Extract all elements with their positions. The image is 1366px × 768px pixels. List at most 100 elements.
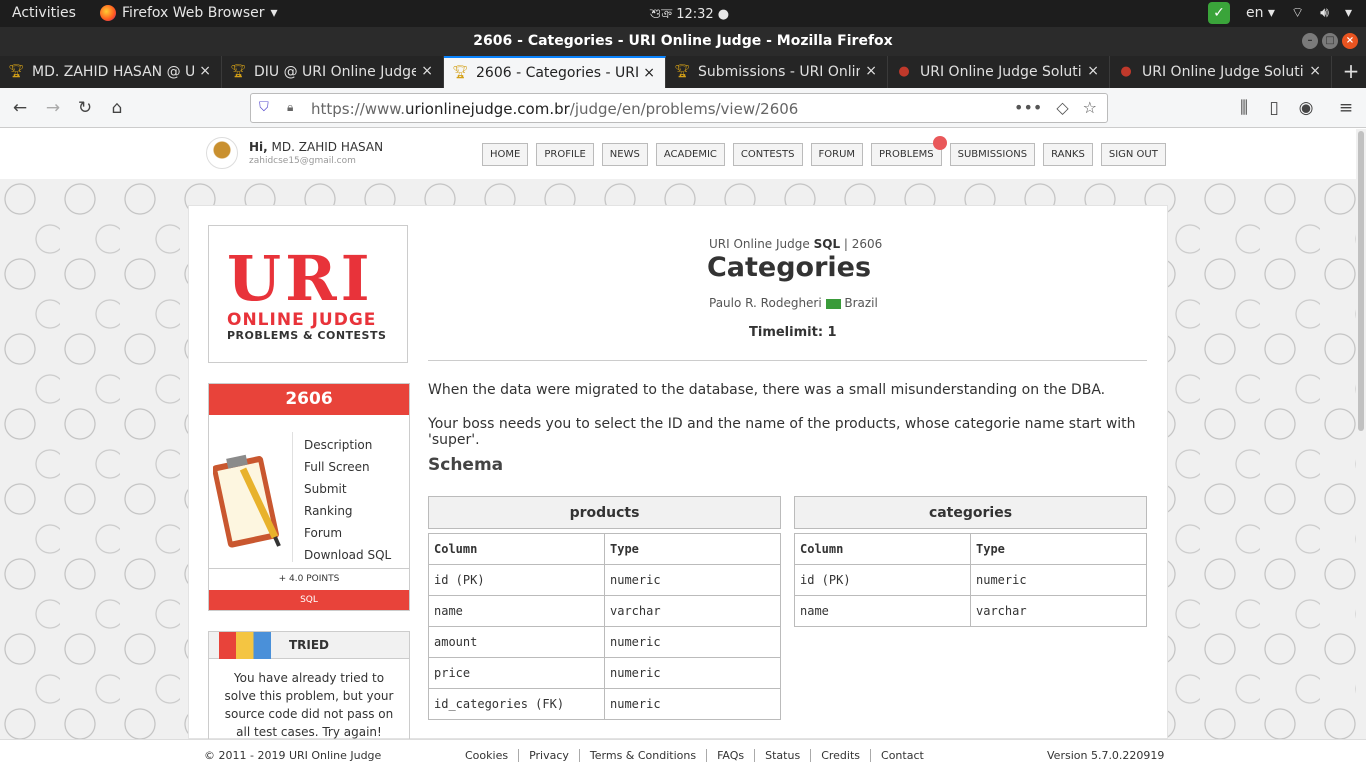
bookmark-star-icon[interactable]: ☆: [1083, 98, 1097, 117]
menu-forum[interactable]: FORUM: [810, 143, 864, 166]
menu-home[interactable]: HOME: [482, 143, 529, 166]
menu-news[interactable]: NEWS: [601, 143, 648, 166]
hamburger-menu-icon[interactable]: ≡: [1334, 96, 1358, 120]
minimize-icon[interactable]: –: [1302, 33, 1318, 49]
logo-text: URI: [227, 242, 374, 315]
tab-6[interactable]: ● URI Online Judge Solution ×: [1110, 56, 1332, 88]
close-tab-icon[interactable]: ×: [199, 63, 211, 79]
forward-icon[interactable]: →: [41, 96, 65, 120]
update-icon[interactable]: ✓: [1207, 2, 1230, 24]
tab-1[interactable]: 🏆︎ MD. ZAHID HASAN @ URI ×: [0, 56, 222, 88]
url-text[interactable]: https://www.urionlinejudge.com.br/judge/…: [311, 100, 798, 118]
volume-icon[interactable]: 🔊︎: [1320, 5, 1329, 21]
sidebar-icon[interactable]: ▯: [1262, 96, 1286, 120]
category-badge[interactable]: SQL: [209, 590, 409, 610]
tracking-shield-icon[interactable]: ⛉: [259, 100, 273, 116]
new-tab-icon[interactable]: +: [1336, 56, 1366, 88]
close-icon[interactable]: ×: [1342, 33, 1358, 49]
menu-profile[interactable]: PROFILE: [536, 143, 594, 166]
close-tab-icon[interactable]: ×: [421, 63, 433, 79]
problem-link-submit[interactable]: Submit: [304, 478, 391, 500]
problem-link-full-screen[interactable]: Full Screen: [304, 456, 391, 478]
problem-link-ranking[interactable]: Ranking: [304, 500, 391, 522]
scrollbar-thumb[interactable]: [1358, 131, 1364, 431]
close-tab-icon[interactable]: ×: [643, 65, 655, 81]
crumb-site[interactable]: URI Online Judge: [709, 237, 810, 251]
table-row: id_categories (FK) numeric: [428, 688, 781, 720]
table-row: price numeric: [428, 657, 781, 689]
site-header: Hi, MD. ZAHID HASAN zahidcse15@gmail.com…: [0, 129, 1356, 179]
window-title: 2606 - Categories - URI Online Judge - M…: [473, 33, 893, 49]
tab-label: DIU @ URI Online Judge: [254, 64, 416, 80]
account-icon[interactable]: ◉: [1294, 96, 1318, 120]
problem-link-forum[interactable]: Forum: [304, 522, 391, 544]
brazil-flag-icon: [825, 298, 841, 309]
user-greeting: Hi, MD. ZAHID HASAN: [249, 140, 383, 154]
user-name[interactable]: MD. ZAHID HASAN: [272, 140, 384, 154]
close-tab-icon[interactable]: ×: [1087, 63, 1099, 79]
table-header-row: Column Type: [428, 533, 781, 565]
chevron-down-icon: ▾: [270, 5, 278, 21]
problem-box: 2606 Description Full Screen Submit Ranking…: [208, 383, 410, 611]
table-row: id (PK) numeric: [794, 564, 1147, 596]
problem-link-download-sql[interactable]: Download SQL: [304, 544, 391, 566]
footer-link-cookies[interactable]: Cookies: [465, 749, 518, 762]
system-tray[interactable]: ✓ en ▾ ⌔ 🔊︎ ▾: [1207, 2, 1352, 24]
back-icon[interactable]: ←: [8, 96, 32, 120]
footer-link-faqs[interactable]: FAQs: [706, 749, 754, 762]
menu-problems[interactable]: PROBLEMS: [871, 136, 947, 166]
menu-submissions[interactable]: SUBMISSIONS: [949, 143, 1036, 166]
url-scheme: https://www.: [311, 100, 405, 118]
uri-logo[interactable]: URI ONLINE JUDGE PROBLEMS & CONTESTS: [208, 225, 408, 363]
close-tab-icon[interactable]: ×: [865, 63, 877, 79]
page-actions-icon[interactable]: •••: [1014, 98, 1042, 117]
divider: [428, 360, 1147, 361]
avatar[interactable]: [206, 137, 238, 169]
menu-contests[interactable]: CONTESTS: [732, 143, 803, 166]
footer-link-terms-conditions[interactable]: Terms & Conditions: [578, 749, 706, 762]
lock-icon[interactable]: 🔒︎: [287, 100, 293, 115]
url-bar[interactable]: ⛉ 🔒︎ https://www.urionlinejudge.com.br/j…: [250, 93, 1108, 123]
menu-ranks[interactable]: RANKS: [1043, 143, 1093, 166]
type-cell: numeric: [604, 564, 781, 596]
footer-link-status[interactable]: Status: [754, 749, 810, 762]
tab-4[interactable]: 🏆︎ Submissions - URI Online Judge ×: [666, 56, 888, 88]
language-indicator[interactable]: en ▾: [1246, 5, 1275, 21]
problem-links: Description Full Screen Submit Ranking Forum…: [304, 434, 391, 566]
author-name[interactable]: Paulo R. Rodegheri: [709, 296, 822, 310]
footer-link-privacy[interactable]: Privacy: [518, 749, 579, 762]
tab-label: URI Online Judge Solution: [920, 64, 1082, 80]
tried-label: TRIED: [288, 638, 330, 652]
problem-link-description[interactable]: Description: [304, 434, 391, 456]
activities-button[interactable]: Activities: [12, 5, 76, 21]
app-menu[interactable]: Firefox Web Browser ▾: [100, 5, 278, 21]
home-icon[interactable]: ⌂: [105, 96, 129, 120]
tab-2[interactable]: 🏆︎ DIU @ URI Online Judge ×: [222, 56, 444, 88]
library-icon[interactable]: ⫼: [1232, 96, 1256, 120]
tab-5[interactable]: ● URI Online Judge Solution ×: [888, 56, 1110, 88]
type-cell: varchar: [604, 595, 781, 627]
type-header: Type: [604, 533, 781, 565]
scrollbar[interactable]: [1356, 129, 1366, 739]
maximize-icon[interactable]: □: [1322, 33, 1338, 49]
clock[interactable]: শুক্র 12:32 ●: [650, 5, 729, 26]
tab-3[interactable]: 🏆︎ 2606 - Categories - URI Online ×: [444, 56, 666, 88]
pocket-icon[interactable]: ◇: [1056, 98, 1068, 117]
close-tab-icon[interactable]: ×: [1309, 63, 1321, 79]
system-menu-icon[interactable]: ▾: [1345, 5, 1352, 21]
tab-strip: 🏆︎ MD. ZAHID HASAN @ URI × 🏆︎ DIU @ URI Onli…: [0, 56, 1366, 88]
wifi-icon[interactable]: ⌔: [1291, 4, 1304, 22]
column-cell: name: [794, 595, 971, 627]
site-icon: ●: [898, 64, 910, 79]
column-header: Column: [428, 533, 605, 565]
footer-link-contact[interactable]: Contact: [870, 749, 934, 762]
page-title: Categories: [706, 252, 872, 283]
footer-links: Cookies Privacy Terms & Conditions FAQs Stat…: [465, 749, 934, 762]
crumb-category[interactable]: SQL: [814, 237, 841, 251]
reload-icon[interactable]: ↻: [73, 96, 97, 120]
menu-academic[interactable]: ACADEMIC: [655, 143, 725, 166]
rubiks-cube-icon: [219, 632, 271, 659]
menu-sign-out[interactable]: SIGN OUT: [1100, 143, 1166, 166]
table-row: name varchar: [794, 595, 1147, 627]
footer-link-credits[interactable]: Credits: [810, 749, 870, 762]
